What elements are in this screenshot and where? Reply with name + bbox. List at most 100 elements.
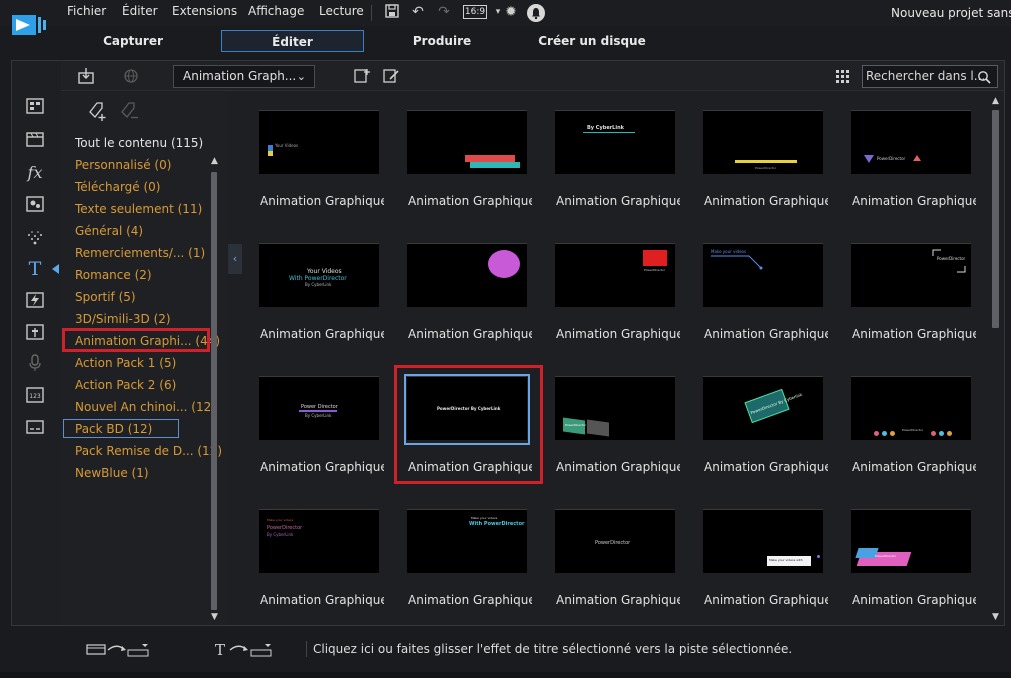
menu-fichier[interactable]: Fichier [67, 4, 106, 18]
thumbnail[interactable]: PowerDirector [851, 509, 971, 573]
thumbnail[interactable]: PowerDirector [851, 243, 971, 307]
thumbnail-caption: Animation Graphique [704, 327, 828, 341]
category-select-value: Animation Graph... [183, 69, 297, 83]
import-media-icon[interactable] [76, 67, 96, 85]
thumbnail[interactable]: Your Videos [259, 110, 379, 174]
category-scrollbar[interactable] [211, 172, 217, 610]
category-item[interactable]: Romance (2) [75, 268, 152, 282]
edit-title-icon[interactable] [381, 67, 401, 85]
grid-scrollbar[interactable] [992, 110, 999, 328]
save-icon[interactable] [382, 3, 402, 21]
insert-title-icon[interactable]: T [215, 641, 275, 659]
menu-affichage[interactable]: Affichage [248, 4, 304, 18]
menu-lecture[interactable]: Lecture [319, 4, 364, 18]
category-item[interactable]: Téléchargé (0) [75, 180, 160, 194]
thumbnail[interactable]: PowerDirector [555, 509, 675, 573]
thumbnail-caption: Animation Graphique [408, 327, 532, 341]
category-item[interactable]: Sportif (5) [75, 290, 136, 304]
title-room-icon[interactable]: T [24, 259, 46, 279]
category-item[interactable]: Texte seulement (11) [75, 202, 202, 216]
chevron-down-icon: ⌄ [296, 70, 306, 83]
thumbnail-caption: Animation Graphique [704, 460, 828, 474]
thumbnail[interactable]: Make your videos with [703, 509, 823, 573]
grid-view-icon[interactable] [832, 67, 852, 85]
aspect-ratio-button[interactable]: 16:9 [463, 5, 487, 19]
create-title-icon[interactable] [352, 67, 372, 85]
menu-extensions[interactable]: Extensions [172, 4, 237, 18]
menu-editer[interactable]: Éditer [122, 4, 158, 18]
thumbnail[interactable]: PowerDirector [851, 110, 971, 174]
category-item[interactable]: Nouvel An chinoi... (12) [75, 400, 216, 414]
tab-produire[interactable]: Produire [385, 30, 499, 52]
grid-scroll-down-icon[interactable]: ▼ [992, 612, 999, 622]
undo-icon[interactable]: ↶ [408, 3, 428, 21]
category-item[interactable]: Action Pack 1 (5) [75, 356, 176, 370]
thumbnail-caption: Animation Graphique [556, 194, 680, 208]
thumbnail[interactable]: Power Director By CyberLink [259, 376, 379, 440]
category-item[interactable]: Pack Remise de D... (12) [75, 444, 222, 458]
category-item[interactable]: Tout le contenu (115) [75, 136, 203, 150]
thumbnail-caption: Animation Graphique [852, 327, 976, 341]
thumbnail[interactable]: Make your videos [703, 243, 823, 307]
thumbnail-caption: Animation Graphique [260, 327, 384, 341]
audio-mixing-icon[interactable] [24, 323, 46, 343]
thumbnail[interactable]: Your Videos With PowerDirector By CyberL… [259, 243, 379, 307]
category-item[interactable]: Action Pack 2 (6) [75, 378, 176, 392]
thumbnail-caption: Animation Graphique [852, 593, 976, 607]
thumbnail-caption: Animation Graphique [852, 460, 976, 474]
thumbnail-caption: Animation Graphique [408, 593, 532, 607]
category-item[interactable]: Remerciements/... (1) [75, 246, 205, 260]
voiceover-mic-icon[interactable] [24, 354, 46, 374]
thumbnail[interactable]: Make your videos With PowerDirector [407, 509, 527, 573]
category-item[interactable]: 3D/Simili-3D (2) [75, 312, 171, 326]
category-focus-box [63, 419, 179, 438]
collapse-panel-icon[interactable]: ‹ [228, 244, 242, 274]
thumbnail[interactable] [407, 243, 527, 307]
add-to-track-icon[interactable] [86, 642, 152, 658]
grid-scroll-up-icon[interactable]: ▲ [992, 96, 999, 106]
svg-text:123: 123 [29, 393, 41, 400]
subtitle-room-icon[interactable] [24, 418, 46, 438]
media-room-icon[interactable] [24, 97, 46, 117]
download-globe-icon[interactable] [121, 67, 141, 85]
tab-editer[interactable]: Éditer [221, 30, 364, 52]
chapter-room-icon[interactable]: 123 [24, 386, 46, 406]
app-window: Fichier Éditer Extensions Affichage Lect… [0, 0, 1011, 678]
pip-room-icon[interactable] [24, 195, 46, 215]
transition-room-icon[interactable] [24, 291, 46, 311]
thumbnail[interactable]: PowerDirector [555, 243, 675, 307]
category-item[interactable]: NewBlue (1) [75, 466, 149, 480]
powerdirector-logo [10, 12, 52, 42]
bottom-divider [306, 641, 307, 657]
thumbnail[interactable]: PowerDirector [851, 376, 971, 440]
thumbnail-caption: Animation Graphique [260, 460, 384, 474]
category-item[interactable]: Personnalisé (0) [75, 158, 171, 172]
remove-tag-icon[interactable] [118, 100, 142, 122]
menu-divider [371, 5, 372, 21]
active-room-pointer [52, 264, 59, 274]
thumbnail[interactable]: Make your videos PowerDirector By CyberL… [259, 509, 379, 573]
scroll-up-arrow-icon[interactable]: ▲ [211, 156, 218, 166]
effects-fx-icon[interactable]: fx [24, 163, 46, 183]
thumbnail-caption: Animation Graphique [704, 593, 828, 607]
add-tag-icon[interactable] [86, 100, 110, 122]
project-title: Nouveau projet sans titre [891, 6, 1011, 20]
category-highlight-box [62, 328, 210, 352]
thumbnail[interactable]: By CyberLink [555, 110, 675, 174]
notification-bell-icon[interactable] [527, 4, 545, 22]
scroll-down-arrow-icon[interactable]: ▼ [211, 612, 218, 622]
tab-capturer[interactable]: Capturer [72, 30, 194, 52]
settings-gear-icon[interactable]: ✹ [501, 3, 521, 21]
thumbnail[interactable] [407, 110, 527, 174]
thumbnail-caption: Animation Graphique [556, 327, 680, 341]
particle-room-icon[interactable] [24, 228, 46, 248]
tab-creer-disque[interactable]: Créer un disque [532, 30, 652, 52]
search-input[interactable]: Rechercher dans l... [862, 65, 998, 88]
category-select[interactable]: Animation Graph... ⌄ [173, 65, 315, 88]
category-item[interactable]: Général (4) [75, 224, 143, 238]
redo-icon[interactable]: ↷ [434, 3, 454, 21]
template-room-icon[interactable] [24, 130, 46, 150]
thumbnail[interactable]: PowerDirector By Cyberlink [703, 376, 823, 440]
thumbnail[interactable]: PowerDirector [703, 110, 823, 174]
thumbnail[interactable]: PowerDirector [555, 376, 675, 440]
